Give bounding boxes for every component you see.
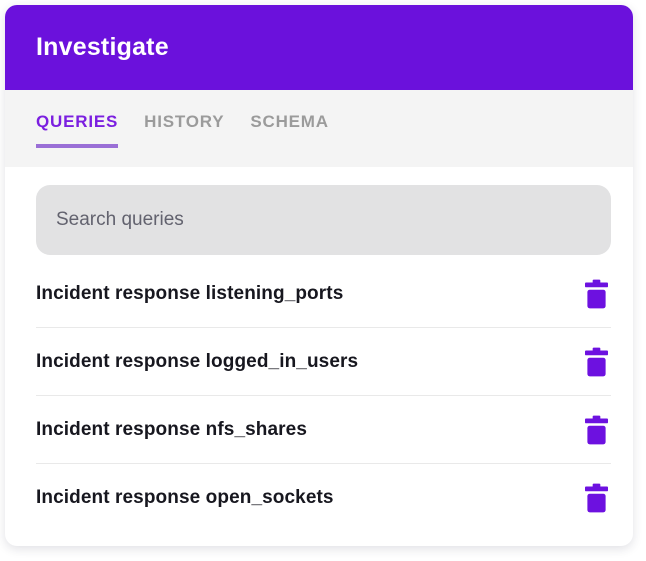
query-row-nfs-shares[interactable]: Incident response nfs_shares xyxy=(36,396,611,464)
query-name: Incident response nfs_shares xyxy=(36,418,308,440)
query-row-listening-ports[interactable]: Incident response listening_ports xyxy=(36,260,611,328)
page-title: Investigate xyxy=(36,33,169,61)
panel-header: Investigate xyxy=(5,5,633,90)
delete-query-button[interactable] xyxy=(582,481,611,515)
trash-icon xyxy=(585,347,608,377)
delete-query-button[interactable] xyxy=(582,277,611,311)
query-name: Incident response open_sockets xyxy=(36,487,334,508)
tab-history[interactable]: HISTORY xyxy=(144,112,224,148)
search-input[interactable] xyxy=(36,185,611,255)
delete-query-button[interactable] xyxy=(582,413,611,447)
trash-icon xyxy=(585,415,608,445)
tab-queries[interactable]: QUERIES xyxy=(36,112,119,148)
trash-icon xyxy=(585,279,608,309)
query-name: Incident response listening_ports xyxy=(36,282,344,304)
query-row-logged-in-users[interactable]: Incident response logged_in_users xyxy=(36,328,611,396)
query-name: Incident response logged_in_users xyxy=(36,350,359,372)
query-row-open-sockets[interactable]: Incident response open_sockets xyxy=(36,464,611,532)
delete-query-button[interactable] xyxy=(582,345,611,379)
queries-panel: Incident response listening_ports Incide… xyxy=(5,167,633,546)
trash-icon xyxy=(585,483,608,513)
query-list: Incident response listening_ports Incide… xyxy=(36,260,611,532)
investigate-panel: Investigate QUERIES HISTORY SCHEMA Incid… xyxy=(5,5,633,546)
tab-schema[interactable]: SCHEMA xyxy=(250,112,328,148)
tab-bar: QUERIES HISTORY SCHEMA xyxy=(5,90,633,167)
